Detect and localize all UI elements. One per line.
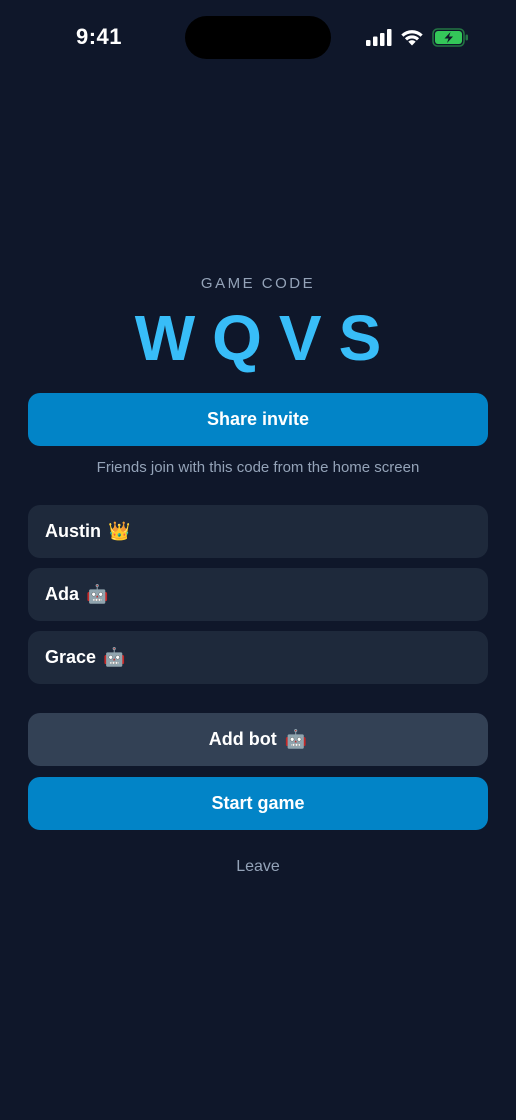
player-row: Grace 🤖 [28,631,488,684]
crown-icon: 👑 [108,521,131,541]
status-bar: 9:41 [0,0,516,76]
start-game-label: Start game [211,793,305,813]
battery-charging-icon [432,28,468,47]
robot-icon: 🤖 [284,729,308,749]
robot-icon: 🤖 [103,647,126,667]
start-game-button[interactable]: Start game [28,777,488,830]
wifi-icon [401,30,423,46]
player-name: Austin [45,521,101,541]
player-name: Ada [45,584,80,604]
share-invite-label: Share invite [206,409,310,429]
game-code: WQVS [134,302,399,374]
status-time: 9:41 [76,24,123,49]
add-bot-label: Add bot [208,729,277,749]
join-hint: Friends join with this code from the hom… [96,459,420,476]
player-list: Austin 👑 Ada 🤖 Grace 🤖 [28,505,488,694]
cellular-signal-icon [366,29,392,46]
leave-button[interactable]: Leave [0,858,516,876]
robot-icon: 🤖 [86,584,109,604]
player-row: Austin 👑 [28,505,488,558]
share-invite-button[interactable]: Share invite [28,393,488,446]
player-name: Grace [45,647,97,667]
game-code-label: GAME CODE [200,275,316,292]
player-row: Ada 🤖 [28,568,488,621]
add-bot-button[interactable]: Add bot 🤖 [28,713,488,766]
dynamic-island [185,16,331,59]
